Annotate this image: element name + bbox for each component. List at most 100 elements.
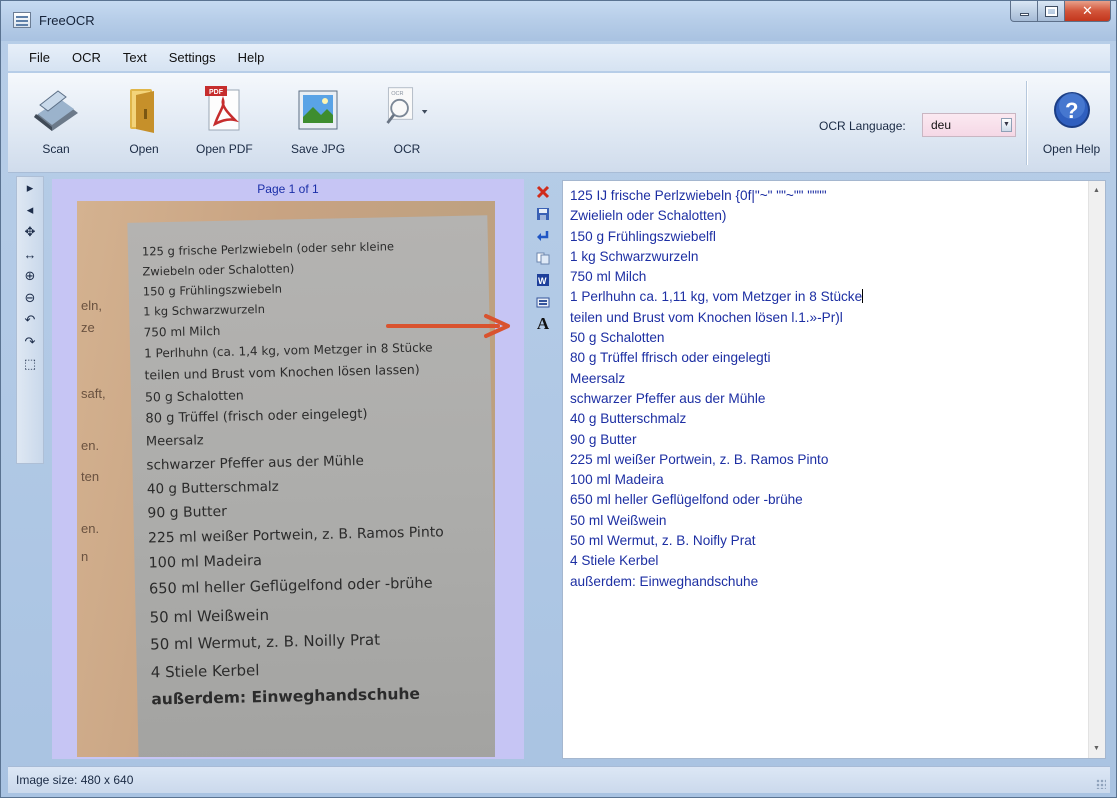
image-tools-strip: ▸ ◂ ✥ ↔ ⊕ ⊖ ↶ ↷ ⬚ <box>16 176 44 464</box>
svg-text:OCR: OCR <box>391 91 403 97</box>
open-help-label: Open Help <box>1042 142 1101 156</box>
ocr-text-line: 50 ml Wermut, z. B. Noifly Prat <box>570 533 756 549</box>
scanned-image[interactable]: eln, ze saft, en. ten en. n 125 g frisch… <box>77 201 495 757</box>
recipe-line: Zwiebeln oder Schalotten) <box>142 261 295 279</box>
vertical-scrollbar[interactable]: ▲ ▼ <box>1088 181 1105 758</box>
recipe-paper: 125 g frische Perlzwiebeln (oder sehr kl… <box>127 215 495 757</box>
ocr-button[interactable]: OCR OCR <box>381 83 433 167</box>
app-window: FreeOCR ✕ File OCR Text Settings Help Sc… <box>0 0 1117 798</box>
clear-text-icon[interactable] <box>529 181 557 203</box>
title-bar[interactable]: FreeOCR ✕ <box>1 1 1116 41</box>
ocr-text-line: 90 g Butter <box>570 431 637 447</box>
font-icon[interactable]: A <box>529 313 557 335</box>
zoom-out-icon[interactable]: ⊖ <box>17 287 43 309</box>
menu-text[interactable]: Text <box>112 47 158 68</box>
ocr-text-line: schwarzer Pfeffer aus der Mühle <box>570 390 766 406</box>
scanner-icon <box>30 83 82 137</box>
ocr-language-value: deu <box>931 118 952 132</box>
close-button[interactable]: ✕ <box>1065 1 1111 22</box>
ocr-text-line: teilen und Brust vom Knochen lösen l.1.»… <box>570 309 843 325</box>
recipe-line: 125 g frische Perlzwiebeln (oder sehr kl… <box>141 239 395 259</box>
status-bar: Image size: 480 x 640 <box>8 766 1110 793</box>
ocr-text-line: 225 ml weißer Portwein, z. B. Ramos Pint… <box>570 451 829 467</box>
previous-page-icon[interactable]: ◂ <box>17 199 43 221</box>
app-icon[interactable] <box>13 12 31 28</box>
minimize-icon <box>1019 13 1029 16</box>
open-label: Open <box>129 142 159 156</box>
open-folder-icon <box>118 83 170 137</box>
maximize-button[interactable] <box>1038 1 1065 22</box>
edge-fragment: ze <box>81 320 95 335</box>
ocr-text-line: 125 IJ frische Perlzwiebeln {0f|"~" ""~"… <box>570 188 827 203</box>
zoom-in-icon[interactable]: ⊕ <box>17 265 43 287</box>
recipe-line: 100 ml Madeira <box>148 553 263 572</box>
dropdown-arrow-icon[interactable]: ▼ <box>1001 118 1012 132</box>
resize-grip-icon[interactable] <box>1096 779 1106 789</box>
save-jpg-button[interactable]: Save JPG <box>291 83 345 167</box>
fit-width-icon[interactable]: ↔ <box>17 243 43 265</box>
open-help-button[interactable]: ? Open Help <box>1033 83 1110 167</box>
ocr-text-line: Zwielieln oder Schalotten) <box>570 208 727 224</box>
svg-text:W: W <box>538 276 547 286</box>
ocr-text-line: 150 g Frühlingszwiebelfl <box>570 228 716 244</box>
menu-file[interactable]: File <box>18 47 61 68</box>
menu-bar: File OCR Text Settings Help <box>8 44 1110 71</box>
edge-fragment: en. <box>81 438 100 453</box>
export-word-icon[interactable]: W <box>529 269 557 291</box>
ocr-language-select[interactable]: deu ▼ <box>922 113 1016 137</box>
save-jpg-label: Save JPG <box>291 142 346 156</box>
maximize-icon <box>1044 5 1058 17</box>
move-icon[interactable]: ✥ <box>17 221 43 243</box>
edge-fragment: eln, <box>81 298 102 313</box>
minimize-button[interactable] <box>1010 1 1038 22</box>
ocr-label: OCR <box>393 142 421 156</box>
recipe-line: teilen und Brust vom Knochen lösen lasse… <box>144 361 420 383</box>
text-tools-strip: W A <box>529 181 557 401</box>
recipe-line: 80 g Trüffel (frisch oder eingelegt) <box>145 406 368 427</box>
edge-fragment: ten <box>81 469 100 484</box>
ocr-text-line: 50 g Schalotten <box>570 330 665 346</box>
image-size-status: Image size: 480 x 640 <box>16 773 134 787</box>
ocr-text-area[interactable]: 125 IJ frische Perlzwiebeln {0f|"~" ""~"… <box>562 180 1106 759</box>
toolbar: Scan Open PDF Open PDF Save JPG OCR OCR … <box>8 73 1110 173</box>
recipe-line: 50 g Schalotten <box>144 387 244 405</box>
ocr-text-line: 40 g Butterschmalz <box>570 411 687 427</box>
ocr-text-line: 1 Perlhuhn ca. 1,11 kg, vom Metzger in 8… <box>570 289 863 305</box>
toolbar-separator <box>1026 81 1027 165</box>
scroll-down-icon[interactable]: ▼ <box>1093 745 1100 752</box>
ocr-language-label: OCR Language: <box>819 119 906 133</box>
open-pdf-button[interactable]: PDF Open PDF <box>196 83 253 167</box>
export-pdf-icon[interactable] <box>529 291 557 313</box>
scan-button[interactable]: Scan <box>30 83 82 167</box>
menu-help[interactable]: Help <box>227 47 276 68</box>
ocr-text-content[interactable]: 125 IJ frische Perlzwiebeln {0f|"~" ""~"… <box>570 186 1080 592</box>
ocr-text-line-current: 1 Perlhuhn ca. 1,11 kg, vom Metzger in 8… <box>570 287 1080 307</box>
open-button[interactable]: Open <box>118 83 170 167</box>
recipe-line: 90 g Butter <box>147 503 228 522</box>
scan-label: Scan <box>42 142 70 156</box>
text-caret <box>862 289 864 304</box>
menu-settings[interactable]: Settings <box>158 47 227 68</box>
page-indicator: Page 1 of 1 <box>257 182 319 196</box>
recipe-line: 50 ml Wermut, z. B. Noilly Prat <box>150 630 381 654</box>
next-page-icon[interactable]: ▸ <box>17 177 43 199</box>
copy-text-icon[interactable] <box>529 247 557 269</box>
select-region-icon[interactable]: ⬚ <box>17 353 43 375</box>
recipe-line: 750 ml Milch <box>143 323 221 340</box>
ocr-text-line: 50 ml Weißwein <box>570 512 667 528</box>
save-text-icon[interactable] <box>529 203 557 225</box>
recipe-line: 40 g Butterschmalz <box>146 478 279 498</box>
ocr-text-line: 650 ml heller Geflügelfond oder -brühe <box>570 492 803 508</box>
recipe-line: 50 ml Weißwein <box>149 605 270 627</box>
ocr-text-line: 80 g Trüffel ffrisch oder eingelegti <box>570 350 771 366</box>
pdf-icon: PDF <box>198 83 250 137</box>
ocr-text-line: 1 kg Schwarzwurzeln <box>570 248 699 264</box>
menu-ocr[interactable]: OCR <box>61 47 112 68</box>
rotate-right-icon[interactable]: ↷ <box>17 331 43 353</box>
recipe-line: 650 ml heller Geflügelfond oder -brühe <box>148 575 433 598</box>
rotate-left-icon[interactable]: ↶ <box>17 309 43 331</box>
recipe-line: 225 ml weißer Portwein, z. B. Ramos Pint… <box>147 524 444 547</box>
scroll-up-icon[interactable]: ▲ <box>1093 187 1100 194</box>
paragraph-join-icon[interactable] <box>529 225 557 247</box>
recipe-line: 150 g Frühlingszwiebeln <box>142 281 283 299</box>
